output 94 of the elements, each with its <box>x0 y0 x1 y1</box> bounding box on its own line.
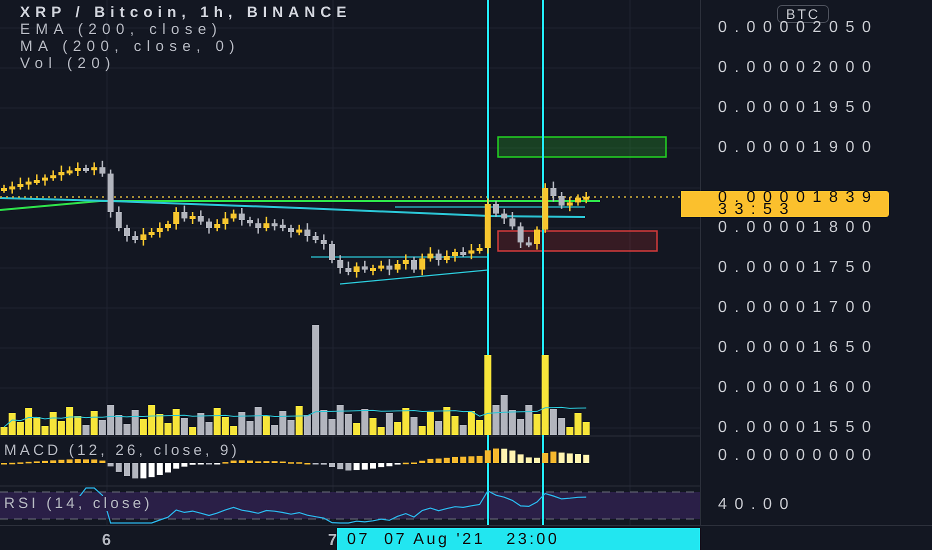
candle <box>419 254 426 276</box>
candle <box>460 247 466 257</box>
candle <box>148 228 155 238</box>
candle <box>476 244 483 254</box>
candle <box>108 170 114 218</box>
price-axis-label: 0.00001700 <box>718 300 879 316</box>
macd-axis-label: 0.00000000 <box>718 448 879 464</box>
time-axis-label: 7 <box>328 531 337 550</box>
candle <box>272 219 278 230</box>
candle <box>320 234 327 250</box>
candle <box>9 182 16 194</box>
candle <box>378 260 384 272</box>
price-axis-label: 0.00001900 <box>718 140 879 156</box>
candle <box>312 232 319 244</box>
candle <box>50 170 56 181</box>
indicator-label: Vol (20) <box>20 55 117 72</box>
candle <box>214 219 220 232</box>
time-axis-label: 6 <box>102 531 111 550</box>
candle <box>362 260 368 273</box>
candle <box>542 183 548 233</box>
candle <box>518 222 524 248</box>
price-axis-label: 0.00001750 <box>718 260 879 276</box>
candle <box>173 207 180 230</box>
candle <box>296 224 302 236</box>
candle <box>132 231 138 244</box>
candle <box>165 220 171 232</box>
candle <box>452 248 458 262</box>
price-axis-label: 0.00001600 <box>718 380 879 396</box>
candle <box>444 250 450 264</box>
candle <box>288 224 294 238</box>
last-price: 0.00001839 <box>718 192 880 204</box>
price-axis-label: 0.00001950 <box>718 100 879 116</box>
price-axis-label: 0.00001550 <box>718 420 879 436</box>
candle <box>501 208 508 224</box>
candle <box>255 218 262 234</box>
macd-label: MACD (12, 26, close, 9) <box>4 442 240 459</box>
candle <box>181 206 188 222</box>
candle <box>468 244 474 260</box>
candle <box>484 198 491 254</box>
candle <box>436 250 442 266</box>
indicator-label: MA (200, close, 0) <box>20 38 241 55</box>
candle <box>247 216 253 226</box>
candle <box>99 160 106 177</box>
candle <box>58 166 64 181</box>
candle <box>566 196 573 212</box>
candle <box>337 255 344 274</box>
rsi-axis-label: 40.00 <box>718 497 796 513</box>
candle <box>1 184 7 193</box>
candle <box>411 256 417 273</box>
candle <box>140 228 146 246</box>
candle <box>222 212 228 230</box>
candle <box>370 264 376 276</box>
candle <box>206 218 212 234</box>
chart-title: XRP / Bitcoin, 1h, BINANCE <box>20 4 352 21</box>
candle <box>116 206 122 232</box>
candle <box>34 174 40 185</box>
candle <box>66 166 73 176</box>
candle <box>238 208 245 226</box>
candle <box>558 192 565 209</box>
candle <box>402 254 409 270</box>
candle <box>198 210 204 225</box>
candle <box>526 236 532 248</box>
candle <box>427 247 434 262</box>
candle <box>74 162 81 176</box>
candle <box>124 224 130 242</box>
candle <box>280 219 286 232</box>
candle <box>42 174 48 186</box>
candle <box>190 212 196 224</box>
candle <box>345 262 352 276</box>
candle <box>550 182 556 202</box>
candle <box>583 192 590 204</box>
candle <box>26 178 32 190</box>
price-axis-label: 0.00002000 <box>718 60 879 76</box>
crosshair-time-label: 07 07 Aug '21 23:00 <box>337 528 700 550</box>
candle <box>83 164 89 173</box>
candle <box>17 178 24 190</box>
indicator-label: EMA (200, close) <box>20 21 224 38</box>
candle <box>575 194 581 206</box>
price-axis-label: 0.00002050 <box>718 20 879 36</box>
candle <box>394 260 401 273</box>
candle <box>91 162 98 176</box>
candle <box>156 222 163 238</box>
candle <box>354 262 360 278</box>
candle <box>304 223 310 242</box>
price-axis-label: 0.00001800 <box>718 220 879 236</box>
candle <box>230 210 237 222</box>
candle <box>493 200 499 217</box>
candle <box>329 240 335 264</box>
price-axis-label: 0.00001650 <box>718 340 879 356</box>
candle <box>509 212 516 230</box>
countdown-timer: 33:53 <box>718 204 796 216</box>
candle <box>386 259 392 276</box>
candle <box>534 226 540 250</box>
candle <box>263 216 270 232</box>
